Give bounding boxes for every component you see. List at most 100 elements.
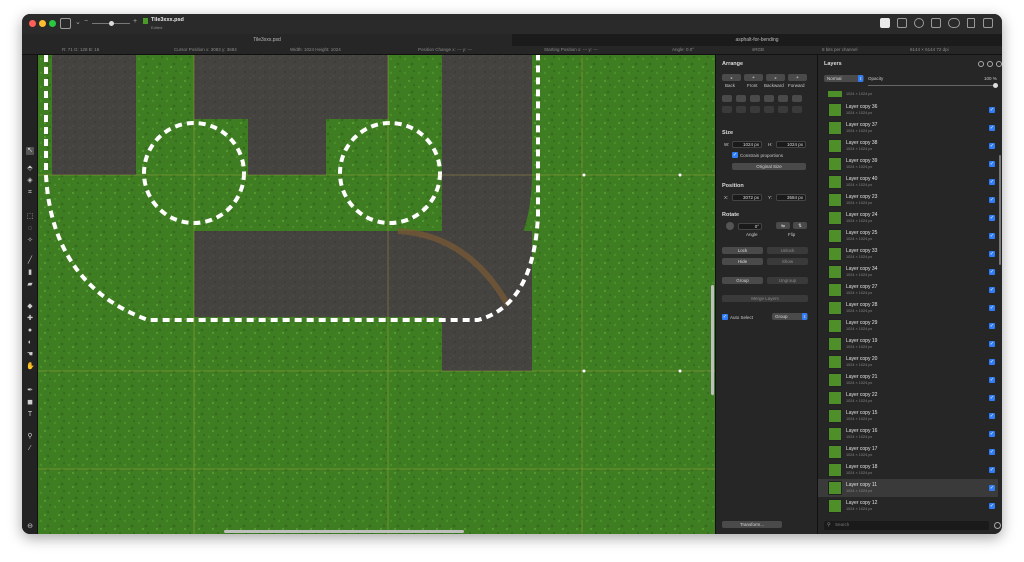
layer-visibility-checkbox[interactable]: ✓ bbox=[989, 251, 995, 257]
fill-tool-icon[interactable]: ▮ bbox=[26, 269, 34, 277]
transform-button[interactable]: Transform... bbox=[722, 521, 782, 528]
bring-to-front-button[interactable]: ◓ bbox=[744, 74, 763, 81]
layer-visibility-checkbox[interactable]: ✓ bbox=[989, 395, 995, 401]
layer-visibility-checkbox[interactable]: ✓ bbox=[989, 341, 995, 347]
unlock-button[interactable]: Unlock bbox=[767, 247, 808, 254]
layer-row[interactable]: Layer copy 24 1024 × 1024 px ✓ bbox=[818, 209, 998, 227]
layer-options-icon[interactable] bbox=[996, 61, 1002, 67]
chevron-down-icon[interactable]: ⌄ bbox=[75, 18, 81, 26]
distribute-top-button[interactable] bbox=[764, 106, 774, 113]
show-button[interactable]: Show bbox=[767, 258, 808, 265]
opacity-slider[interactable] bbox=[868, 83, 998, 88]
zoom-tool-icon[interactable]: ⚲ bbox=[26, 433, 34, 441]
align-middle-button[interactable] bbox=[778, 95, 788, 102]
align-center-button[interactable] bbox=[736, 95, 746, 102]
layer-row[interactable]: Layer copy 33 1024 × 1024 px ✓ bbox=[818, 245, 998, 263]
layer-visibility-checkbox[interactable]: ✓ bbox=[989, 467, 995, 473]
layer-visibility-checkbox[interactable]: ✓ bbox=[989, 449, 995, 455]
layer-row[interactable]: Layer copy 23 1024 × 1024 px ✓ bbox=[818, 191, 998, 209]
layers-scrollbar[interactable] bbox=[999, 155, 1001, 265]
merge-layers-button[interactable]: Merge Layers bbox=[722, 295, 808, 302]
tab-tile3xxx[interactable]: Tile3xxx.psd bbox=[22, 34, 512, 46]
frame-icon[interactable] bbox=[897, 18, 907, 28]
original-size-button[interactable]: Original Size bbox=[732, 163, 806, 170]
flip-horizontal-button[interactable]: ⇆ bbox=[776, 222, 790, 229]
layer-visibility-checkbox[interactable]: ✓ bbox=[989, 179, 995, 185]
share-icon[interactable] bbox=[967, 18, 975, 28]
layer-row-partial[interactable]: 1024 × 1024 px bbox=[818, 91, 998, 99]
layer-row[interactable]: Layer copy 27 1024 × 1024 px ✓ bbox=[818, 281, 998, 299]
layer-visibility-checkbox[interactable]: ✓ bbox=[989, 107, 995, 113]
flip-vertical-button[interactable]: ⇅ bbox=[793, 222, 807, 229]
distribute-right-button[interactable] bbox=[750, 106, 760, 113]
layer-visibility-checkbox[interactable]: ✓ bbox=[989, 323, 995, 329]
align-right-button[interactable] bbox=[750, 95, 760, 102]
hide-button[interactable]: Hide bbox=[722, 258, 763, 265]
layer-row[interactable]: Layer copy 12 1024 × 1024 px ✓ bbox=[818, 497, 998, 515]
width-field[interactable]: 1024 px bbox=[732, 141, 762, 148]
layer-row[interactable]: Layer copy 20 1024 × 1024 px ✓ bbox=[818, 353, 998, 371]
marquee-tool-icon[interactable]: ⬚ bbox=[26, 213, 34, 221]
align-bottom-button[interactable] bbox=[792, 95, 802, 102]
distribute-middle-button[interactable] bbox=[778, 106, 788, 113]
layer-visibility-checkbox[interactable]: ✓ bbox=[989, 377, 995, 383]
layer-row[interactable]: Layer copy 21 1024 × 1024 px ✓ bbox=[818, 371, 998, 389]
layer-row[interactable]: Layer copy 37 1024 × 1024 px ✓ bbox=[818, 119, 998, 137]
height-field[interactable]: 1024 px bbox=[776, 141, 806, 148]
minimize-window-button[interactable] bbox=[39, 20, 46, 27]
horizontal-scrollbar[interactable] bbox=[224, 530, 464, 533]
layer-visibility-checkbox[interactable]: ✓ bbox=[989, 413, 995, 419]
layer-row[interactable]: Layer copy 22 1024 × 1024 px ✓ bbox=[818, 389, 998, 407]
vertical-scrollbar[interactable] bbox=[711, 285, 714, 395]
layer-styles-icon[interactable] bbox=[987, 61, 993, 67]
layer-visibility-checkbox[interactable]: ✓ bbox=[989, 125, 995, 131]
auto-select-dropdown[interactable]: Group ⇕ bbox=[772, 313, 808, 320]
angle-dial[interactable] bbox=[726, 222, 734, 230]
layer-visibility-checkbox[interactable]: ✓ bbox=[989, 161, 995, 167]
layer-row[interactable]: Layer copy 34 1024 × 1024 px ✓ bbox=[818, 263, 998, 281]
distribute-left-button[interactable] bbox=[722, 106, 732, 113]
blend-mode-dropdown[interactable]: Normal ⇕ bbox=[824, 75, 864, 82]
smudge-tool-icon[interactable]: ☚ bbox=[26, 351, 34, 359]
group-button[interactable]: Group bbox=[722, 277, 763, 284]
layer-row[interactable]: Layer copy 16 1024 × 1024 px ✓ bbox=[818, 425, 998, 443]
crop-icon[interactable] bbox=[931, 18, 941, 28]
auto-select-checkbox[interactable]: ✓ bbox=[722, 314, 728, 320]
layer-visibility-checkbox[interactable]: ✓ bbox=[989, 287, 995, 293]
layer-row[interactable]: Layer copy 36 1024 × 1024 px ✓ bbox=[818, 101, 998, 119]
layer-visibility-checkbox[interactable]: ✓ bbox=[989, 233, 995, 239]
distribute-center-button[interactable] bbox=[736, 106, 746, 113]
layer-row[interactable]: Layer copy 18 1024 × 1024 px ✓ bbox=[818, 461, 998, 479]
angle-field[interactable]: 0° bbox=[738, 223, 762, 230]
lock-button[interactable]: Lock bbox=[722, 247, 763, 254]
add-layer-icon[interactable] bbox=[978, 61, 984, 67]
eraser-tool-icon[interactable]: ▰ bbox=[26, 281, 34, 289]
layer-visibility-checkbox[interactable]: ✓ bbox=[989, 431, 995, 437]
sidebar-toggle-icon[interactable] bbox=[60, 18, 71, 29]
layer-visibility-checkbox[interactable]: ✓ bbox=[989, 503, 995, 509]
layer-row[interactable]: Layer copy 15 1024 × 1024 px ✓ bbox=[818, 407, 998, 425]
layer-row[interactable]: Layer copy 19 1024 × 1024 px ✓ bbox=[818, 335, 998, 353]
info-icon[interactable] bbox=[914, 18, 924, 28]
lasso-tool-icon[interactable]: ◌ bbox=[26, 225, 34, 233]
healing-tool-icon[interactable]: ✚ bbox=[26, 315, 34, 323]
zoom-window-button[interactable] bbox=[49, 20, 56, 27]
text-tool-icon[interactable]: T bbox=[26, 411, 34, 419]
blur-tool-icon[interactable]: ● bbox=[26, 327, 34, 335]
layer-row[interactable]: Layer copy 17 1024 × 1024 px ✓ bbox=[818, 443, 998, 461]
layer-visibility-checkbox[interactable]: ✓ bbox=[989, 359, 995, 365]
layer-row[interactable]: Layer copy 39 1024 × 1024 px ✓ bbox=[818, 155, 998, 173]
dodge-tool-icon[interactable]: ◐ bbox=[26, 339, 34, 347]
select-tool-icon[interactable]: ⬘ bbox=[26, 165, 34, 173]
pen-tool-icon[interactable]: ✒ bbox=[26, 387, 34, 395]
constrain-proportions-checkbox[interactable]: ✓ bbox=[732, 152, 738, 158]
align-top-button[interactable] bbox=[764, 95, 774, 102]
transform-tool-icon[interactable]: ◈ bbox=[26, 177, 34, 185]
zoom-out-icon[interactable]: − bbox=[84, 18, 88, 25]
layer-visibility-checkbox[interactable]: ✓ bbox=[989, 269, 995, 275]
layer-row[interactable]: Layer copy 29 1024 × 1024 px ✓ bbox=[818, 317, 998, 335]
layer-visibility-checkbox[interactable]: ✓ bbox=[989, 197, 995, 203]
layer-visibility-checkbox[interactable]: ✓ bbox=[989, 485, 995, 491]
clone-tool-icon[interactable]: ◆ bbox=[26, 303, 34, 311]
canvas-image[interactable] bbox=[38, 55, 715, 534]
